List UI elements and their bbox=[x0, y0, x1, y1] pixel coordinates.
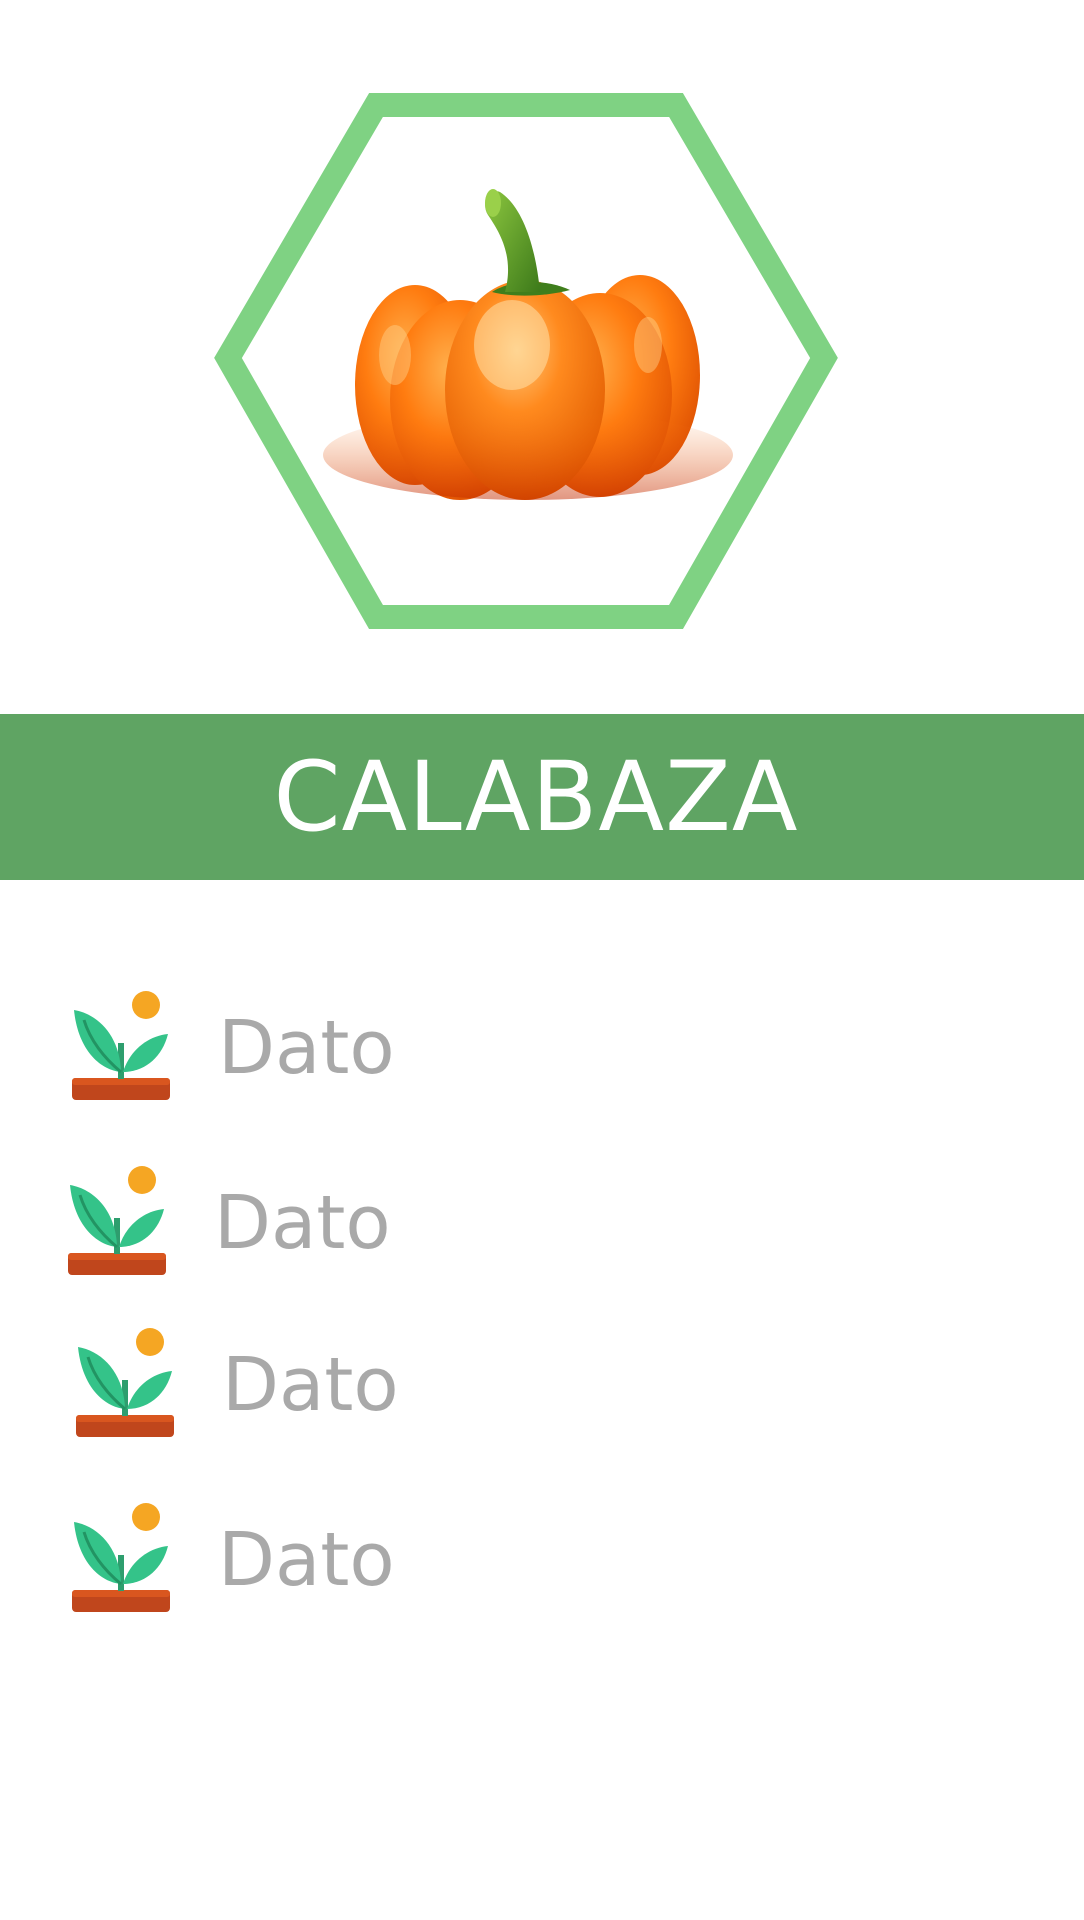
detail-label: Dato bbox=[214, 1180, 391, 1266]
sprout-icon bbox=[72, 1503, 170, 1612]
detail-item: Dato bbox=[70, 1500, 395, 1620]
product-hero bbox=[0, 0, 1084, 714]
detail-label: Dato bbox=[218, 1005, 395, 1091]
sprout-icon bbox=[76, 1328, 174, 1437]
detail-label: Dato bbox=[218, 1517, 395, 1603]
product-title: CALABAZA bbox=[273, 741, 799, 853]
detail-item: Dato bbox=[70, 988, 395, 1108]
pumpkin-image bbox=[323, 189, 733, 500]
detail-item: Dato bbox=[74, 1325, 399, 1445]
detail-item: Dato bbox=[66, 1163, 391, 1283]
sprout-icon bbox=[68, 1166, 166, 1275]
product-image-frame bbox=[214, 93, 838, 629]
detail-label: Dato bbox=[222, 1342, 399, 1428]
product-title-bar: CALABAZA bbox=[0, 714, 1084, 880]
sprout-icon bbox=[72, 991, 170, 1100]
